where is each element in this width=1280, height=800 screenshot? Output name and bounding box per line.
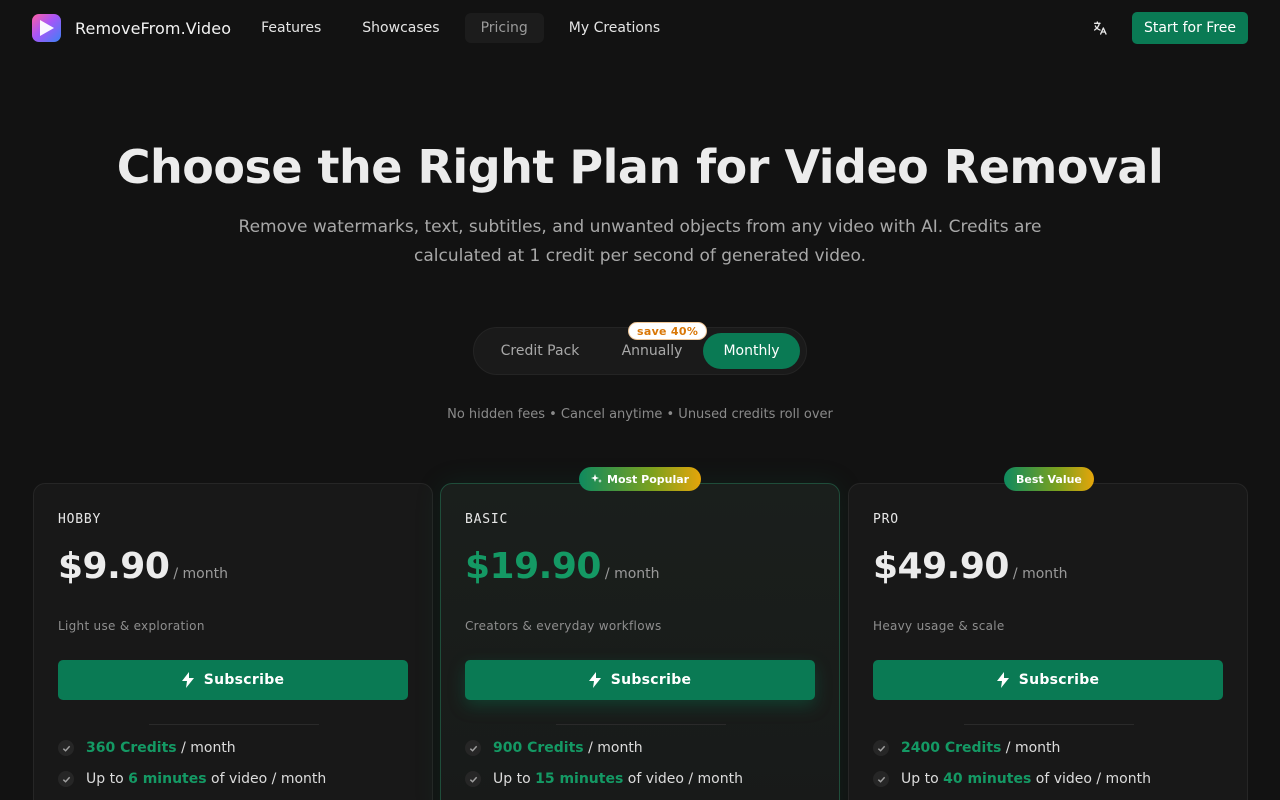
- feature-text: 2400 Credits / month: [901, 740, 1061, 756]
- top-nav: RemoveFrom.Video Features Showcases Pric…: [0, 0, 1280, 56]
- feature-item: Up to 6 minutes of video / month: [58, 771, 326, 787]
- price-row: $9.90 / month: [58, 546, 228, 587]
- check-icon: [465, 740, 481, 756]
- plan-description: Creators & everyday workflows: [465, 619, 662, 633]
- check-icon: [58, 771, 74, 787]
- plan-name: PRO: [873, 512, 899, 527]
- feature-text: Up to 40 minutes of video / month: [901, 771, 1151, 787]
- feature-text: Up to 15 minutes of video / month: [493, 771, 743, 787]
- subscribe-button[interactable]: Subscribe: [873, 660, 1223, 700]
- plan-period: / month: [173, 566, 228, 582]
- subscribe-label: Subscribe: [610, 672, 692, 688]
- check-icon: [465, 771, 481, 787]
- price-row: $49.90 / month: [873, 546, 1068, 587]
- sparkle-icon: [591, 474, 602, 483]
- subscribe-label: Subscribe: [1018, 672, 1100, 688]
- plan-card-hobby: HOBBY $9.90 / month Light use & explorat…: [33, 483, 433, 800]
- feature-text: 900 Credits / month: [493, 740, 643, 756]
- check-icon: [873, 771, 889, 787]
- nav-link-features[interactable]: Features: [245, 13, 337, 43]
- lightning-icon: [181, 672, 194, 688]
- feature-text: 360 Credits / month: [86, 740, 236, 756]
- most-popular-badge: Most Popular: [579, 467, 702, 491]
- brand[interactable]: RemoveFrom.Video: [32, 14, 231, 42]
- price-row: $19.90 / month: [465, 546, 660, 587]
- pricing-note: No hidden fees • Cancel anytime • Unused…: [447, 407, 833, 422]
- nav-link-my-creations[interactable]: My Creations: [553, 13, 676, 43]
- plan-description: Light use & exploration: [58, 619, 205, 633]
- nav-link-pricing[interactable]: Pricing: [464, 13, 544, 43]
- divider: [556, 724, 726, 725]
- badge-label: Most Popular: [607, 472, 690, 486]
- feature-item: Up to 40 minutes of video / month: [873, 771, 1151, 787]
- plan-description: Heavy usage & scale: [873, 619, 1005, 633]
- page-subtitle: Remove watermarks, text, subtitles, and …: [238, 217, 1042, 266]
- translate-icon[interactable]: [1091, 19, 1109, 37]
- lightning-icon: [588, 672, 601, 688]
- page-title: Choose the Right Plan for Video Removal: [116, 140, 1164, 194]
- plan-price: $19.90: [465, 546, 601, 587]
- brand-name: RemoveFrom.Video: [75, 18, 232, 38]
- plan-card-basic: Most Popular BASIC $19.90 / month Creato…: [440, 467, 840, 800]
- subscribe-button[interactable]: Subscribe: [58, 660, 408, 700]
- plan-price: $9.90: [58, 546, 170, 587]
- feature-text: Up to 6 minutes of video / month: [86, 771, 327, 787]
- billing-toggle: Credit Pack Annually Monthly save 40%: [473, 322, 807, 375]
- plan-period: / month: [1012, 566, 1068, 582]
- check-icon: [873, 740, 889, 756]
- subscribe-label: Subscribe: [203, 672, 285, 688]
- plan-card-pro: Best Value PRO $49.90 / month Heavy usag…: [848, 467, 1248, 800]
- badge-label: Best Value: [1016, 472, 1082, 486]
- divider: [149, 724, 319, 725]
- start-for-free-button[interactable]: Start for Free: [1131, 12, 1248, 44]
- plan-price: $49.90: [873, 546, 1009, 587]
- save-badge: save 40%: [628, 322, 708, 340]
- logo-icon: [32, 14, 61, 42]
- plan-name: BASIC: [465, 512, 509, 527]
- subscribe-button[interactable]: Subscribe: [465, 660, 815, 700]
- divider: [964, 724, 1134, 725]
- plan-period: / month: [604, 566, 660, 582]
- nav-link-showcases[interactable]: Showcases: [346, 13, 455, 43]
- lightning-icon: [996, 672, 1009, 688]
- feature-item: 2400 Credits / month: [873, 740, 1060, 756]
- best-value-badge: Best Value: [1004, 467, 1094, 491]
- toggle-monthly[interactable]: Monthly: [703, 333, 800, 369]
- feature-item: 900 Credits / month: [465, 740, 643, 756]
- plan-name: HOBBY: [58, 512, 102, 527]
- nav-links: Features Showcases Pricing My Creations: [245, 13, 685, 43]
- feature-item: Up to 15 minutes of video / month: [465, 771, 743, 787]
- nav-right: Start for Free: [1091, 12, 1248, 44]
- check-icon: [58, 740, 74, 756]
- toggle-credit-pack[interactable]: Credit Pack: [480, 333, 600, 369]
- feature-item: 360 Credits / month: [58, 740, 236, 756]
